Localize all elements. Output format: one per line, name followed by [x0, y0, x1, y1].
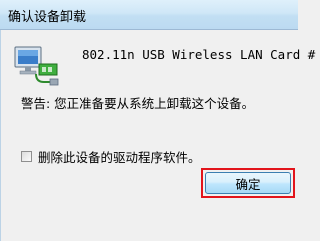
delete-driver-option[interactable]: 删除此设备的驱动程序软件。	[21, 147, 201, 166]
network-adapter-icon	[14, 46, 59, 86]
dialog-body: 802.11n USB Wireless LAN Card # 警告: 您正准备…	[0, 30, 315, 241]
window-title: 确认设备卸载	[8, 10, 87, 25]
title-bar[interactable]: 确认设备卸载	[0, 0, 298, 30]
delete-driver-label[interactable]: 删除此设备的驱动程序软件。	[38, 147, 201, 166]
warning-message: 警告: 您正准备要从系统上卸载这个设备。	[21, 96, 255, 111]
ok-button[interactable]: 确定	[205, 172, 291, 194]
delete-driver-checkbox[interactable]	[21, 151, 32, 162]
device-name: 802.11n USB Wireless LAN Card #	[82, 47, 316, 62]
